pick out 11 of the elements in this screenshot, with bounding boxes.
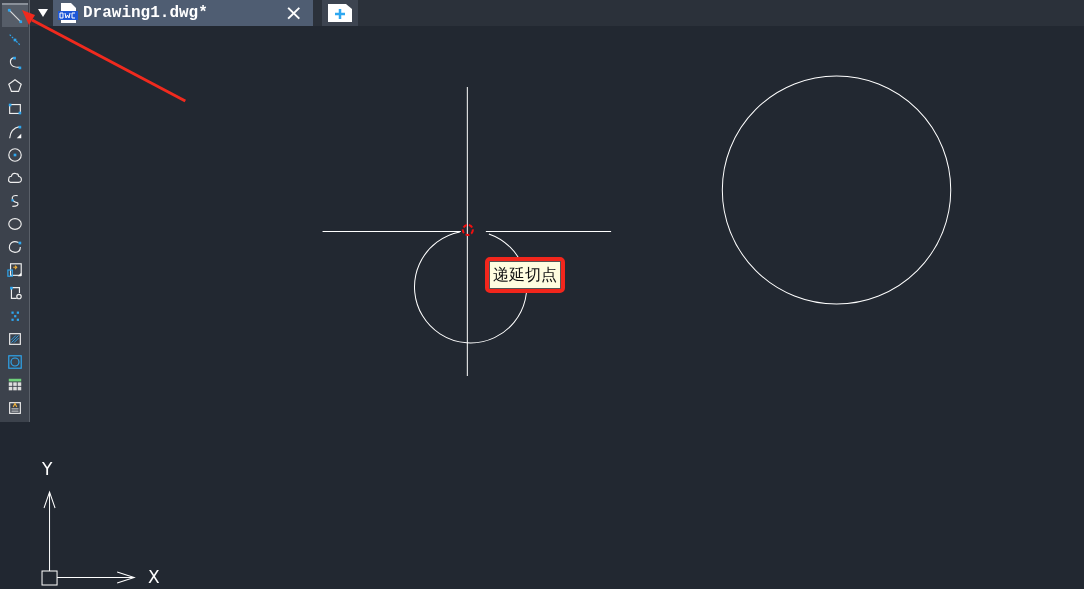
ucs-axes-icon bbox=[41, 491, 135, 586]
close-tab-button[interactable]: × bbox=[280, 2, 307, 24]
new-tab-button[interactable] bbox=[322, 0, 358, 26]
tab-list-dropdown-icon[interactable] bbox=[38, 9, 48, 17]
document-tab[interactable]: Drawing1.dwg* × bbox=[53, 0, 313, 26]
snap-tooltip: 递延切点 bbox=[489, 261, 561, 289]
block-insert-icon[interactable] bbox=[4, 260, 25, 280]
y-axis-label: Y bbox=[42, 460, 53, 478]
tangent-snap-marker bbox=[461, 224, 474, 236]
x-axis-label: X bbox=[148, 568, 160, 586]
file-icon bbox=[57, 2, 79, 24]
